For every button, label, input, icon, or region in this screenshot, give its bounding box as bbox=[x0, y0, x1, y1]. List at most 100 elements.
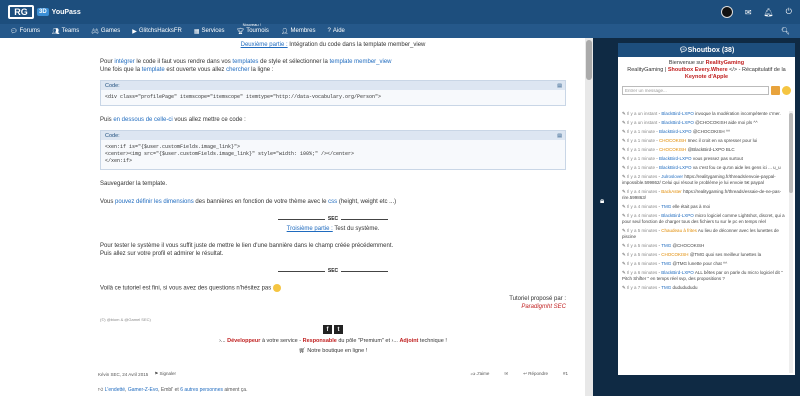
shoutbox-title: Shoutbox (38) bbox=[687, 46, 735, 54]
shout-author[interactable]: Julroslover bbox=[661, 174, 683, 179]
paragraph-below: Puis en dessous de celle-ci vous allez m… bbox=[100, 116, 566, 124]
expand-icon[interactable]: ▤ bbox=[557, 83, 562, 89]
send-button[interactable] bbox=[771, 86, 780, 95]
facebook-icon[interactable]: f bbox=[323, 325, 332, 334]
text: des bannières en fonction de votre thème… bbox=[193, 199, 329, 205]
shoutbox-scroll-thumb[interactable] bbox=[789, 113, 793, 193]
shout-author[interactable]: BlackBird-LXPO bbox=[659, 156, 692, 161]
shout-text: @CHOCOKISH bbox=[671, 243, 705, 248]
code-content[interactable]: <xen:if is="{$user.customFields.image_li… bbox=[101, 140, 565, 169]
post-author-date[interactable]: Kévin SEC, 24 Avril 2015 bbox=[98, 372, 148, 377]
shout-author[interactable]: BlackBird-LXPO bbox=[659, 165, 692, 170]
shout-author[interactable]: CHOCOKISH bbox=[661, 252, 688, 257]
mail-icon[interactable]: ✉ bbox=[745, 8, 752, 17]
signature: f t ›... Développeur à votre service - R… bbox=[95, 325, 571, 354]
bell-icon[interactable]: 🔔︎ bbox=[764, 8, 774, 17]
nav-forums[interactable]: 💬︎ Forums bbox=[10, 28, 40, 35]
shop-link[interactable]: 🛒︎ Notre boutique en ligne ! bbox=[95, 348, 571, 354]
nav-teams[interactable]: 👥︎ Teams bbox=[52, 28, 79, 35]
code-content[interactable]: <div class="profilePage" itemscope="item… bbox=[101, 90, 565, 105]
twitter-icon[interactable]: t bbox=[334, 325, 343, 334]
paragraph-dimensions: Vous pouvez définir les dimensions des b… bbox=[100, 198, 566, 206]
liker-link[interactable]: Gamer-Z-Evo bbox=[128, 387, 158, 393]
site-logo[interactable]: RG 3D YouPass bbox=[8, 5, 81, 19]
shoutbox-header: 💬︎ Shoutbox (38) bbox=[618, 43, 795, 57]
keyword: template bbox=[141, 67, 165, 73]
shout-author[interactable]: TMG bbox=[661, 285, 671, 290]
help-icon: ? bbox=[327, 28, 331, 34]
page-scrollbar[interactable] bbox=[585, 38, 593, 396]
shout-time: Il y a 6 minutes bbox=[627, 270, 658, 275]
shout-text: vous pressez pas surtout bbox=[691, 156, 743, 161]
nav-glitchshacksfr[interactable]: ▶ GlitchsHacksFR bbox=[132, 28, 182, 35]
shout-author[interactable]: BlackBird-LXPO bbox=[659, 129, 692, 134]
shout-author[interactable]: BlackBird-LXPO bbox=[661, 270, 694, 275]
shout-message: ✎ Il y a 1 minute - CHOCOKISH @BlackBird… bbox=[622, 147, 735, 152]
user-avatar[interactable] bbox=[720, 6, 733, 18]
nav-label: Games bbox=[100, 28, 121, 34]
author-block: Tutoriel proposé par : Paradigmht SEC bbox=[100, 295, 566, 311]
shout-message: ✎ Il y a 5 minutes - Chaudeau à frites A… bbox=[622, 228, 779, 239]
lock-icon[interactable]: 🔒︎ bbox=[600, 196, 608, 205]
others-link[interactable]: 6 autres personnes bbox=[180, 387, 223, 393]
shout-author[interactable]: BackAster bbox=[661, 189, 682, 194]
keyword: css bbox=[328, 199, 338, 205]
part3-heading: Troisième partie : Test du système. bbox=[100, 226, 566, 232]
shout-message: ✎ Il y a 5 minutes - CHOCOKISH @TMG quoi… bbox=[622, 252, 762, 257]
shout-author[interactable]: BlackBird-LXPO bbox=[661, 120, 694, 125]
nav-membres[interactable]: 👤︎ Membres bbox=[281, 28, 316, 35]
nav-tournois[interactable]: Nouveau ! 🏆︎ Tournois bbox=[236, 22, 269, 35]
shout-text: elle était pas à moi bbox=[671, 204, 710, 209]
trophy-icon: 🏆︎ bbox=[236, 28, 245, 35]
role: Responsable bbox=[302, 338, 337, 344]
shout-author[interactable]: BlackBird-LXPO bbox=[661, 213, 694, 218]
section-separator: SEC bbox=[278, 216, 388, 222]
shout-time: Il y a 4 minutes bbox=[627, 189, 658, 194]
shout-text: @BlackBird-LXPO BLC bbox=[686, 147, 735, 152]
search-icon[interactable]: 🔍︎ bbox=[781, 27, 790, 35]
shout-author[interactable]: CHOCOKISH bbox=[659, 138, 686, 143]
shoutbox-input[interactable]: Entrer un message... bbox=[622, 86, 769, 95]
reply-button[interactable]: ↩ Répondre bbox=[523, 371, 548, 377]
shout-author[interactable]: TMG bbox=[661, 261, 671, 266]
shout-author[interactable]: TMG bbox=[661, 243, 671, 248]
scrollbar-thumb[interactable] bbox=[586, 40, 592, 80]
report-link[interactable]: ⚑ Signaler bbox=[154, 371, 176, 377]
text: Voilà ce tutoriel est fini, si vous avez… bbox=[100, 285, 272, 292]
shout-author[interactable]: CHOCOKISH bbox=[659, 147, 686, 152]
shoutbox-input-row: Entrer un message... bbox=[618, 84, 795, 97]
emoji-picker-icon[interactable] bbox=[782, 86, 791, 95]
forum-post: Deuxième partie : Intégration du code da… bbox=[95, 38, 571, 396]
shout-author[interactable]: BlackBird-LXPO bbox=[661, 111, 694, 116]
shout-time: Il y a 4 minutes bbox=[627, 204, 658, 209]
shout-author[interactable]: TMG bbox=[661, 204, 671, 209]
shout-time: Il y a 5 minutes bbox=[627, 228, 658, 233]
code-label: Code: bbox=[105, 132, 120, 139]
nav-services[interactable]: ▦ Services bbox=[194, 28, 225, 35]
shoutbox-panel: 💬︎ Shoutbox (38) Bienvenue sur RealityGa… bbox=[618, 43, 795, 375]
liker-link[interactable]: L'endetté bbox=[105, 387, 125, 393]
logo-badge: 3D bbox=[37, 8, 49, 16]
shoutbox-scrollbar[interactable] bbox=[789, 111, 793, 373]
shout-time: Il y a 1 minute bbox=[627, 138, 656, 143]
like-button[interactable]: 👍︎ J'aime bbox=[471, 371, 490, 377]
keyword: templates bbox=[232, 59, 259, 65]
expand-icon[interactable]: ▤ bbox=[557, 133, 562, 139]
nav-label: Aide bbox=[332, 28, 345, 34]
keyword: intégrer bbox=[114, 59, 135, 65]
paragraph-end: Voilà ce tutoriel est fini, si vous avez… bbox=[100, 284, 566, 293]
nav-aide[interactable]: ? Aide bbox=[328, 28, 345, 34]
quote-icon[interactable]: ✉ bbox=[504, 371, 508, 377]
text: Vous bbox=[100, 199, 116, 205]
text: Bienvenue sur bbox=[668, 60, 706, 66]
logout-icon[interactable]: ⏻ bbox=[786, 7, 792, 17]
shout-text: @CHOCOKISH ^^ bbox=[691, 129, 731, 134]
post-number[interactable]: #1 bbox=[563, 371, 568, 377]
nav-games[interactable]: 🎮︎ Games bbox=[91, 28, 120, 35]
shout-author[interactable]: Chaudeau à frites bbox=[661, 228, 697, 233]
code-header: Code: ▤ bbox=[101, 131, 565, 140]
part3-title: Troisième partie : bbox=[286, 226, 333, 232]
keyword: chercher bbox=[226, 67, 250, 73]
nav-label: Services bbox=[201, 28, 225, 34]
keynote-link[interactable]: Keynote d'Apple bbox=[685, 74, 728, 80]
